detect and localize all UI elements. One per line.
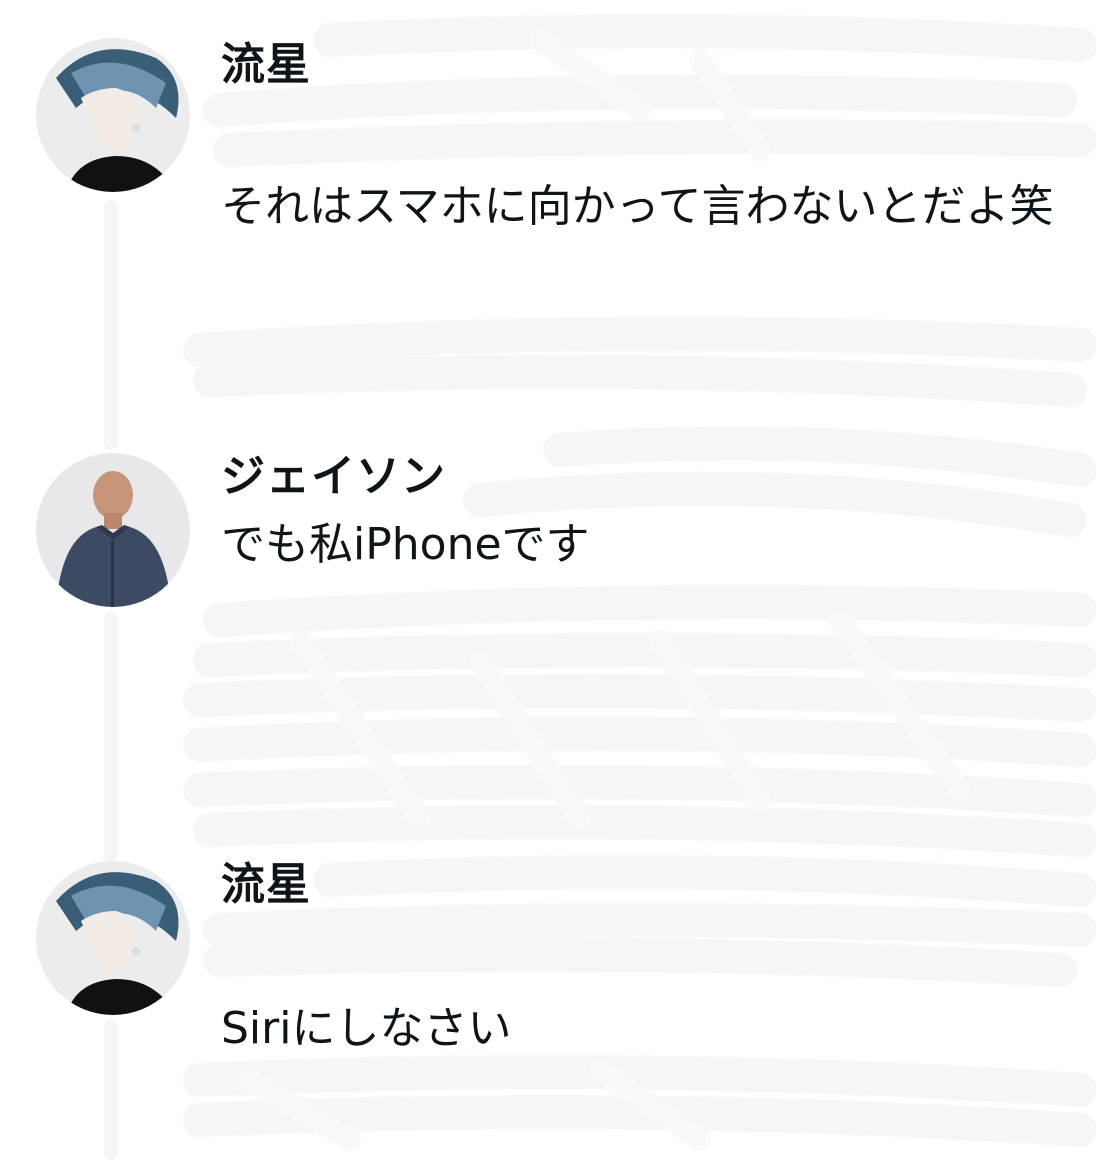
author-name[interactable]: 流星 <box>221 858 311 912</box>
anime-avatar[interactable] <box>36 861 190 1015</box>
man-photo-avatar[interactable] <box>36 453 190 607</box>
reply-tweet[interactable]: 流星 Siriにしなさい <box>0 858 1096 1058</box>
tweet-text: でも私iPhoneです <box>221 519 590 570</box>
reply-tweet[interactable]: ジェイソン でも私iPhoneです <box>0 450 1096 650</box>
tweet-text: それはスマホに向かって言わないとだよ笑 <box>221 181 1054 232</box>
tweet-text: Siriにしなさい <box>221 1003 512 1054</box>
author-name[interactable]: 流星 <box>221 38 311 92</box>
reply-tweet[interactable]: 流星 それはスマホに向かって言わないとだよ笑 <box>0 0 1096 320</box>
anime-avatar[interactable] <box>36 38 190 192</box>
author-name[interactable]: ジェイソン <box>221 450 446 504</box>
